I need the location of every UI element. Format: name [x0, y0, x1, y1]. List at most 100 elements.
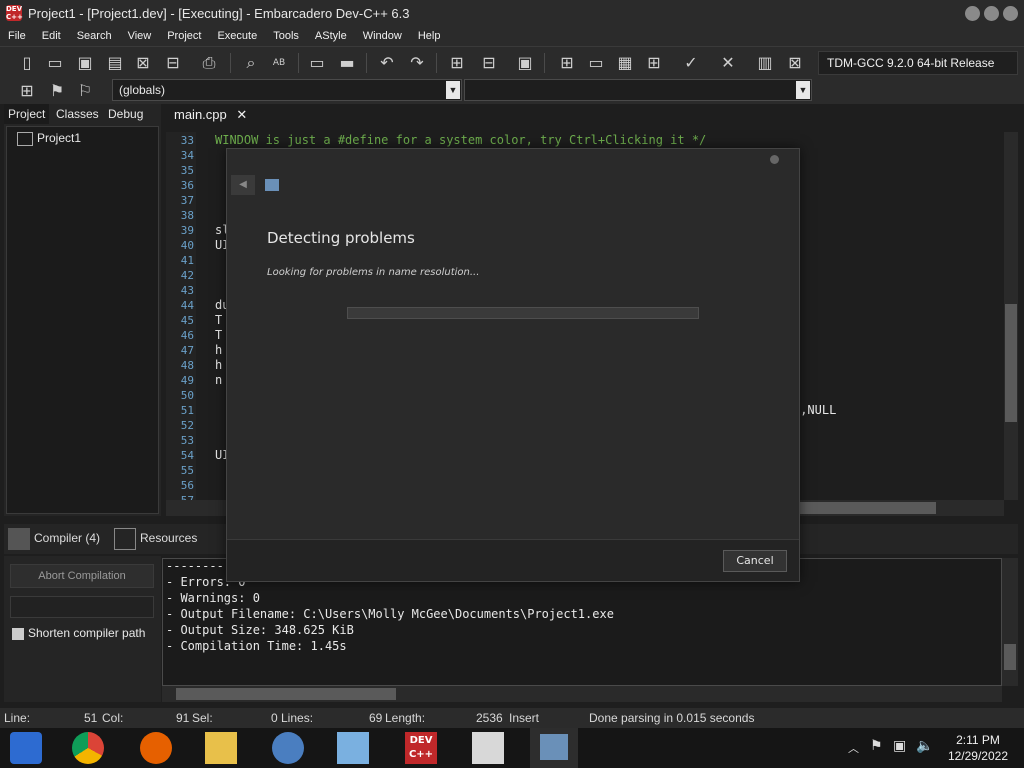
back-arrow-icon[interactable]: ◀ — [231, 175, 255, 195]
open-folder-icon[interactable]: ▭ — [44, 52, 66, 74]
menu-file[interactable]: File — [0, 30, 34, 42]
menu-astyle[interactable]: AStyle — [307, 30, 355, 42]
menu-search[interactable]: Search — [69, 30, 120, 42]
compile-icon[interactable]: ⊞ — [556, 52, 578, 74]
compile-run-icon[interactable]: ▦ — [614, 52, 636, 74]
syntax-check-icon[interactable]: ✓ — [680, 52, 702, 74]
menu-tools[interactable]: Tools — [265, 30, 307, 42]
tray-chevron-icon[interactable]: ︿ — [848, 740, 859, 756]
scroll-thumb[interactable] — [1005, 304, 1017, 422]
replace-icon[interactable]: AB — [268, 52, 290, 74]
shorten-path-checkbox[interactable]: Shorten compiler path — [12, 626, 145, 640]
tab-resources[interactable]: Resources — [114, 528, 197, 550]
unindent-icon[interactable]: ▬ — [336, 52, 358, 74]
scope-select[interactable]: (globals) ▼ — [112, 79, 462, 101]
chrome-app-icon[interactable] — [10, 732, 42, 764]
devcpp-logo-icon: DEV C++ — [6, 5, 23, 21]
code-line: h — [215, 358, 223, 372]
project-options-icon[interactable]: ▣ — [514, 52, 536, 74]
close-file-icon[interactable]: ⊠ — [132, 52, 154, 74]
image-viewer-icon[interactable] — [337, 732, 369, 764]
editor-vertical-scrollbar[interactable] — [1004, 132, 1018, 500]
run-icon[interactable]: ▭ — [585, 52, 607, 74]
indent-icon[interactable]: ▭ — [306, 52, 328, 74]
firefox-icon[interactable] — [140, 732, 172, 764]
scroll-thumb[interactable] — [176, 688, 396, 700]
diagnostics-icon — [265, 179, 279, 191]
menu-execute[interactable]: Execute — [209, 30, 265, 42]
code-line: WINDOW is just a #define for a system co… — [215, 133, 707, 147]
log-line: - Output Size: 348.625 KiB — [166, 623, 354, 637]
tab-debug[interactable]: Debug — [104, 104, 147, 124]
dialog-status-text: Looking for problems in name resolution.… — [267, 267, 480, 278]
redo-icon[interactable]: ↷ — [406, 52, 428, 74]
save-all-icon[interactable]: ▤ — [104, 52, 126, 74]
chevron-down-icon: ▼ — [796, 81, 810, 99]
network-icon[interactable]: ▣ — [893, 738, 906, 754]
new-file-icon[interactable]: ▯ — [16, 52, 38, 74]
line-number: 51 — [180, 404, 194, 417]
menu-help[interactable]: Help — [410, 30, 449, 42]
add-to-project-icon[interactable]: ⊞ — [446, 52, 468, 74]
line-number: 33 — [180, 134, 194, 147]
log-vertical-scrollbar[interactable] — [1002, 558, 1018, 686]
flag-icon[interactable]: ⚑ — [870, 738, 883, 754]
tree-item-project1[interactable]: Project1 — [17, 131, 81, 146]
line-number: 38 — [180, 209, 194, 222]
undo-icon[interactable]: ↶ — [376, 52, 398, 74]
maximize-button[interactable] — [984, 6, 999, 21]
close-tab-icon[interactable]: ✕ — [236, 107, 247, 122]
scroll-thumb[interactable] — [1004, 644, 1016, 670]
function-select[interactable]: ▼ — [464, 79, 812, 101]
scope-value: (globals) — [119, 83, 166, 97]
tab-classes[interactable]: Classes — [52, 104, 103, 124]
menu-edit[interactable]: Edit — [34, 30, 69, 42]
status-col-label: Col: — [102, 711, 124, 725]
tree-item-label: Project1 — [37, 131, 82, 145]
rebuild-icon[interactable]: ⊞ — [643, 52, 665, 74]
window-title: Project1 - [Project1.dev] - [Executing] … — [28, 5, 410, 21]
menu-bar: File Edit Search View Project Execute To… — [0, 26, 1024, 46]
bookmark-icon[interactable]: ⚑ — [46, 80, 68, 102]
close-button[interactable] — [1003, 6, 1018, 21]
tab-main-cpp[interactable]: main.cpp ✕ — [166, 104, 256, 126]
goto-bookmark-icon[interactable]: ⚐ — [74, 80, 96, 102]
stop-execution-icon[interactable]: ✕ — [717, 52, 739, 74]
project-icon — [17, 131, 33, 146]
delete-profile-icon[interactable]: ⊠ — [784, 52, 806, 74]
document-app-icon[interactable] — [472, 732, 504, 764]
menu-project[interactable]: Project — [159, 30, 209, 42]
profile-icon[interactable]: ▥ — [754, 52, 776, 74]
log-horizontal-scrollbar[interactable] — [162, 686, 1002, 702]
dialog-heading: Detecting problems — [267, 229, 415, 247]
close-all-icon[interactable]: ⊟ — [162, 52, 184, 74]
cancel-button[interactable]: Cancel — [723, 550, 787, 572]
menu-view[interactable]: View — [120, 30, 160, 42]
chrome-browser-icon[interactable] — [72, 732, 104, 764]
status-sel-value: 0 — [271, 711, 278, 725]
line-number: 45 — [180, 314, 194, 327]
abort-compilation-button[interactable]: Abort Compilation — [10, 564, 154, 588]
tab-compiler[interactable]: Compiler (4) — [8, 528, 100, 550]
find-icon[interactable]: ⌕ — [240, 52, 262, 74]
file-explorer-icon[interactable] — [205, 732, 237, 764]
volume-icon[interactable]: 🔈 — [916, 738, 933, 754]
line-number: 55 — [180, 464, 194, 477]
save-icon[interactable]: ▣ — [74, 52, 96, 74]
log-line: - Output Filename: C:\Users\Molly McGee\… — [166, 607, 614, 621]
status-col-value: 91 — [176, 711, 190, 725]
tab-project[interactable]: Project — [4, 104, 50, 124]
dialog-close-icon[interactable] — [770, 155, 779, 164]
menu-window[interactable]: Window — [355, 30, 410, 42]
compiler-select[interactable]: TDM-GCC 9.2.0 64-bit Release — [818, 51, 1018, 75]
users-app-icon[interactable] — [272, 732, 304, 764]
network-diagnostics-task[interactable] — [530, 728, 578, 768]
tab-label: main.cpp — [174, 107, 227, 122]
print-icon[interactable]: ⎙ — [198, 52, 220, 74]
minimize-button[interactable] — [965, 6, 980, 21]
remove-from-project-icon[interactable]: ⊟ — [478, 52, 500, 74]
devcpp-taskbar-icon[interactable]: DEV C++ — [405, 732, 437, 764]
insert-icon[interactable]: ⊞ — [16, 80, 38, 102]
scroll-thumb[interactable] — [800, 502, 936, 514]
system-clock[interactable]: 2:11 PM 12/29/2022 — [948, 732, 1008, 764]
